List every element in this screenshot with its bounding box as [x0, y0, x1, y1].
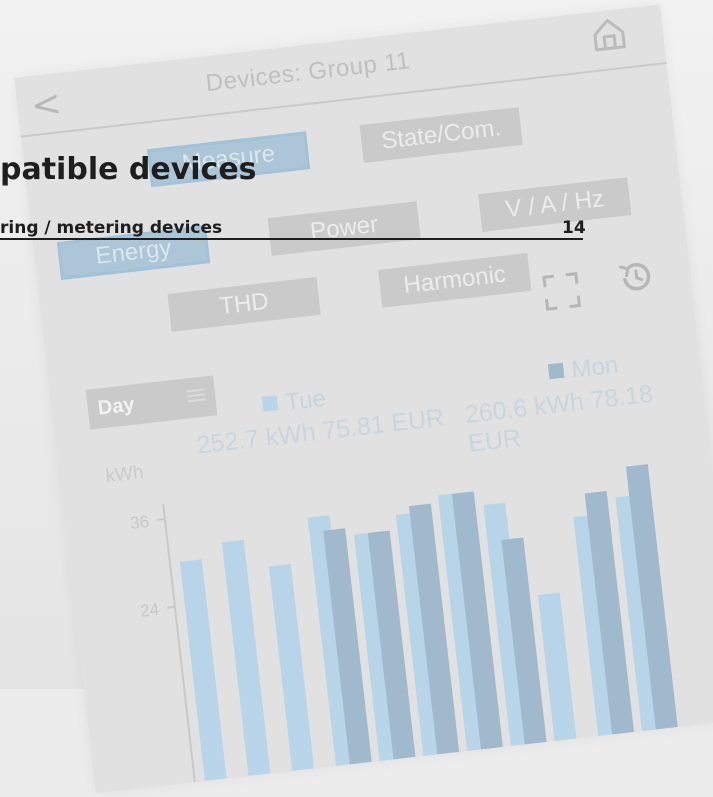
history-icon[interactable] [614, 255, 658, 299]
legend-mon: Mon [547, 351, 620, 388]
subtab-harmonic[interactable]: Harmonic [378, 253, 532, 308]
period-selector[interactable]: Day [85, 375, 218, 430]
bar-tue [221, 539, 271, 776]
document-subtitle: ring / metering devices [0, 218, 223, 238]
subtab-power[interactable]: Power [267, 201, 421, 256]
period-label: Day [96, 393, 136, 420]
legend-label-tue: Tue [283, 384, 328, 417]
subtab-thd[interactable]: THD [167, 277, 321, 332]
back-icon[interactable]: < [29, 83, 64, 127]
legend-tue: Tue [261, 385, 327, 420]
page-number: 14 [562, 218, 586, 238]
y-tick-label: 36 [129, 512, 150, 533]
bar-tue [179, 559, 227, 781]
app-screen: < Devices: Group 11 Measure State/Com. E… [14, 4, 713, 794]
header-rule [0, 238, 583, 240]
page-title: Devices: Group 11 [204, 47, 412, 98]
y-tick [166, 605, 176, 609]
legend-swatch-tue [261, 395, 279, 412]
energy-chart: kWh 36 24 [98, 393, 713, 789]
home-icon[interactable] [587, 12, 631, 56]
tab-state-com[interactable]: State/Com. [359, 107, 523, 163]
y-tick-label: 24 [139, 600, 160, 621]
y-axis-unit: kWh [104, 461, 145, 488]
subtab-v-a-hz[interactable]: V / A / Hz [478, 177, 632, 232]
bar-tue [268, 563, 315, 771]
document-title: patible devices [0, 152, 257, 187]
legend-swatch-mon [547, 362, 565, 380]
legend-label-mon: Mon [570, 351, 620, 384]
fullscreen-icon[interactable] [540, 269, 584, 313]
chart-svg: 36 24 [129, 464, 678, 783]
list-icon [186, 388, 206, 405]
y-tick [156, 518, 166, 522]
